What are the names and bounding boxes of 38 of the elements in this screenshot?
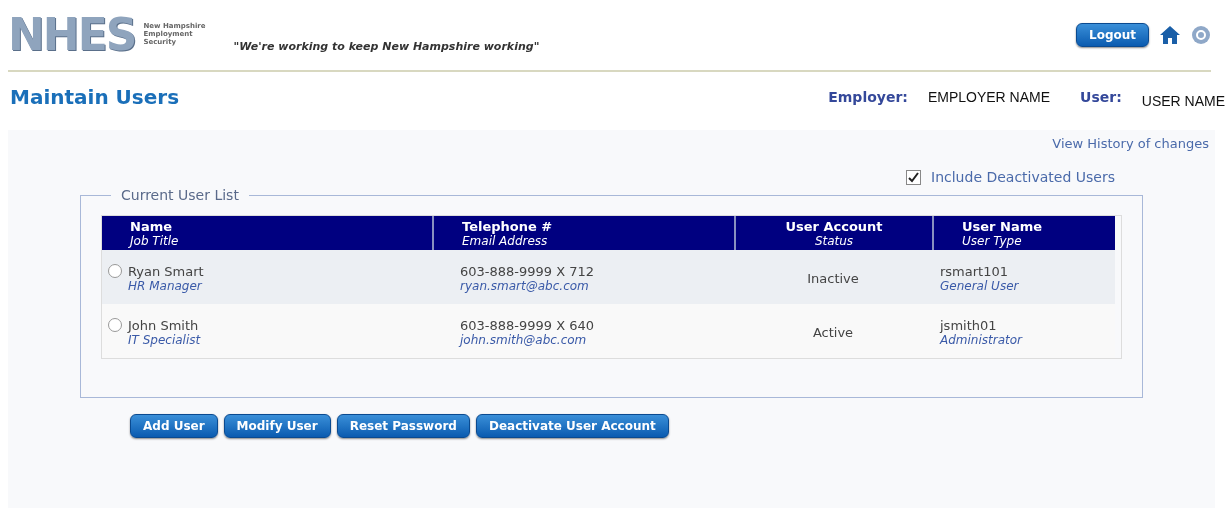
user-label: User: xyxy=(1080,89,1122,105)
logout-button[interactable]: Logout xyxy=(1076,23,1149,47)
row-radio[interactable] xyxy=(108,318,122,332)
action-button[interactable]: Add User xyxy=(130,414,218,438)
action-button[interactable]: Deactivate User Account xyxy=(475,414,669,438)
username: jsmith01 xyxy=(940,317,998,333)
account-status: Active xyxy=(811,324,855,340)
email-address: john.smith@abc.com xyxy=(460,332,588,347)
logo: NHES xyxy=(8,13,136,57)
employer-name: EMPLOYER NAME xyxy=(927,89,1051,105)
home-icon[interactable] xyxy=(1159,25,1181,45)
checkbox-label: Include Deactivated Users xyxy=(931,169,1115,185)
row-radio[interactable] xyxy=(108,264,122,278)
user-type: General User xyxy=(940,278,1020,293)
user-fullname: John Smith xyxy=(128,317,199,333)
user-name: USER NAME xyxy=(1141,93,1225,109)
username: rsmart101 xyxy=(940,263,1009,279)
tagline: "We're working to keep New Hampshire working" xyxy=(233,39,540,53)
include-deactivated-checkbox[interactable] xyxy=(906,169,922,185)
column-header: User Account Status xyxy=(734,216,932,250)
job-title: HR Manager xyxy=(127,278,204,293)
group-legend: Current User List xyxy=(111,187,249,203)
column-header: Telephone # Email Address xyxy=(432,216,734,250)
employer-label: Employer: xyxy=(828,89,908,105)
help-icon[interactable] xyxy=(1191,25,1211,45)
user-fullname: Ryan Smart xyxy=(128,263,204,279)
user-type: Administrator xyxy=(940,332,1024,347)
action-button[interactable]: Modify User xyxy=(223,414,331,438)
email-address: ryan.smart@abc.com xyxy=(460,278,590,293)
page-title: Maintain Users xyxy=(10,85,180,109)
history-link[interactable]: View History of changes xyxy=(1052,136,1209,151)
column-header: User Name User Type xyxy=(932,216,1115,250)
account-status: Inactive xyxy=(806,270,860,286)
job-title: IT Specialist xyxy=(128,332,202,347)
column-header: Name Job Title xyxy=(102,216,432,250)
action-button[interactable]: Reset Password xyxy=(336,414,470,438)
phone-number: 603-888-9999 X 712 xyxy=(460,263,596,279)
phone-number: 603-888-9999 X 640 xyxy=(460,317,596,333)
